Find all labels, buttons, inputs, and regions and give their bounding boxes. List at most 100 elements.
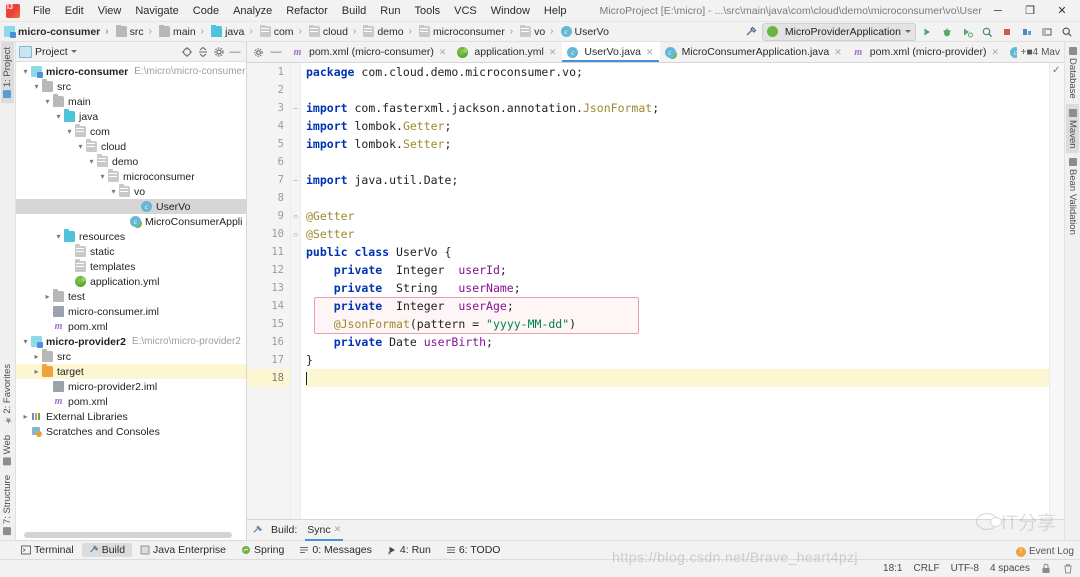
trash-icon[interactable] — [1063, 563, 1074, 574]
debug-icon[interactable] — [938, 23, 956, 40]
editor-tab-userserviceimpl-j[interactable]: UserServiceImpl.j✕ — [1005, 42, 1017, 62]
indent-setting[interactable]: 4 spaces — [990, 563, 1030, 574]
chevron-down-icon[interactable] — [75, 142, 86, 151]
tree-node-src[interactable]: src — [16, 79, 246, 94]
tree-node-microconsumer[interactable]: microconsumer — [16, 169, 246, 184]
tree-node-micro-consumer[interactable]: micro-consumer E:\micro\micro-consumer — [16, 64, 246, 79]
breadcrumb-item-main[interactable]: main › — [157, 24, 209, 39]
close-icon[interactable]: ✕ — [549, 47, 557, 58]
menu-item-window[interactable]: Window — [484, 3, 537, 19]
editor-tabs-overflow-count[interactable]: +■4 — [1021, 47, 1038, 58]
tree-node-micro-provider2-iml[interactable]: micro-provider2.iml — [16, 379, 246, 394]
close-icon[interactable]: ✕ — [991, 47, 999, 58]
breadcrumb-item-microconsumer[interactable]: microconsumer › — [417, 24, 518, 39]
menu-item-edit[interactable]: Edit — [58, 3, 91, 19]
chevron-down-icon[interactable] — [53, 232, 64, 241]
tree-node-com[interactable]: com — [16, 124, 246, 139]
stripe-button-maven[interactable]: Maven — [1066, 103, 1079, 154]
menu-item-file[interactable]: File — [26, 3, 58, 19]
editor-tab-pom-xml-micro-consumer-[interactable]: m pom.xml (micro-consumer) ✕ — [287, 42, 453, 62]
stripe-button-database[interactable]: Database — [1066, 42, 1079, 104]
locate-icon[interactable] — [179, 44, 195, 60]
update-project-icon[interactable] — [1018, 23, 1036, 40]
fold-marker-icon[interactable]: − — [291, 99, 300, 117]
chevron-right-icon[interactable] — [31, 367, 42, 376]
lock-icon[interactable] — [1041, 563, 1052, 574]
run-with-coverage-icon[interactable] — [958, 23, 976, 40]
maximize-button[interactable]: ❐ — [1014, 1, 1046, 21]
breadcrumb-item-cloud[interactable]: cloud › — [307, 24, 361, 39]
editor-tab-microconsumerapplication-java[interactable]: MicroConsumerApplication.java ✕ — [659, 42, 848, 62]
chevron-down-icon[interactable] — [53, 112, 64, 121]
breadcrumb-item-vo[interactable]: vo › — [518, 24, 558, 39]
tree-node-scratches-and-consoles[interactable]: Scratches and Consoles — [16, 424, 246, 439]
project-panel-title-group[interactable]: Project — [19, 45, 179, 58]
breadcrumb-item-java[interactable]: java › — [209, 24, 258, 39]
close-icon[interactable]: ✕ — [646, 47, 654, 58]
chevron-down-icon[interactable] — [31, 82, 42, 91]
run-icon[interactable] — [918, 23, 936, 40]
tree-node-templates[interactable]: templates — [16, 259, 246, 274]
menu-item-vcs[interactable]: VCS — [447, 3, 484, 19]
chevron-down-icon[interactable] — [86, 157, 97, 166]
chevron-down-icon[interactable] — [64, 127, 75, 136]
tree-node-pom-xml[interactable]: m pom.xml — [16, 394, 246, 409]
settings-gear-icon[interactable] — [211, 44, 227, 60]
code-area[interactable]: package com.cloud.demo.microconsumer.vo;… — [301, 63, 1049, 519]
breadcrumb-item-micro-consumer[interactable]: micro-consumer › — [2, 25, 114, 39]
editor-marker-bar[interactable]: ✓ — [1049, 63, 1064, 519]
tree-node-target[interactable]: target — [16, 364, 246, 379]
menu-item-analyze[interactable]: Analyze — [226, 3, 279, 19]
tree-node-demo[interactable]: demo — [16, 154, 246, 169]
stop-icon[interactable] — [998, 23, 1016, 40]
tree-node-test[interactable]: test — [16, 289, 246, 304]
breadcrumb-item-src[interactable]: src › — [114, 24, 157, 39]
editor-tab-uservo-java[interactable]: UserVo.java ✕ — [562, 42, 660, 62]
fold-marker-icon[interactable]: − — [291, 171, 300, 189]
chevron-down-icon[interactable] — [97, 172, 108, 181]
chevron-down-icon[interactable] — [20, 337, 31, 346]
chevron-right-icon[interactable] — [20, 412, 31, 421]
editor-tab-application-yml[interactable]: application.yml ✕ — [452, 42, 563, 62]
tool-window-button-6-todo[interactable]: 6: TODO — [439, 543, 508, 557]
tool-window-button-java-enterprise[interactable]: Java Enterprise — [133, 543, 233, 557]
breadcrumb-item-demo[interactable]: demo › — [361, 24, 417, 39]
build-sync-tab[interactable]: Sync ✕ — [305, 523, 344, 541]
chevron-down-icon[interactable] — [42, 97, 53, 106]
minimize-button[interactable]: ─ — [982, 1, 1014, 21]
menu-item-help[interactable]: Help — [537, 3, 574, 19]
tree-node-external-libraries[interactable]: External Libraries — [16, 409, 246, 424]
caret-position[interactable]: 18:1 — [883, 563, 902, 574]
line-separator[interactable]: CRLF — [914, 563, 940, 574]
chevron-right-icon[interactable] — [31, 352, 42, 361]
tree-node-cloud[interactable]: cloud — [16, 139, 246, 154]
stripe-button-1-project[interactable]: 1: Project — [1, 42, 14, 104]
run-configuration-selector[interactable]: MicroProviderApplication — [761, 22, 916, 41]
menu-item-run[interactable]: Run — [373, 3, 407, 19]
breadcrumb-item-uservo[interactable]: UserVo — [559, 25, 612, 39]
chevron-down-icon[interactable] — [108, 187, 119, 196]
stripe-button-web[interactable]: Web — [1, 430, 14, 470]
tree-node-micro-provider2[interactable]: micro-provider2 E:\micro\micro-provider2 — [16, 334, 246, 349]
menu-item-code[interactable]: Code — [186, 3, 226, 19]
tree-node-resources[interactable]: resources — [16, 229, 246, 244]
tree-node-microconsumerappli[interactable]: MicroConsumerAppli — [16, 214, 246, 229]
layout-icon[interactable] — [1038, 23, 1056, 40]
project-tree[interactable]: micro-consumer E:\micro\micro-consumer src… — [16, 62, 246, 540]
stripe-button-7-structure[interactable]: 7: Structure — [1, 470, 14, 540]
menu-item-tools[interactable]: Tools — [407, 3, 447, 19]
editor-tabs-more-label[interactable]: Mav — [1041, 47, 1060, 58]
tree-node-main[interactable]: main — [16, 94, 246, 109]
tool-window-button-build[interactable]: Build — [81, 543, 133, 557]
search-everywhere-icon[interactable] — [1058, 23, 1076, 40]
menu-item-view[interactable]: View — [91, 3, 129, 19]
tree-node-static[interactable]: static — [16, 244, 246, 259]
profiler-icon[interactable] — [978, 23, 996, 40]
settings-gear-icon[interactable] — [250, 44, 266, 60]
fold-marker-icon[interactable]: ○ — [291, 207, 300, 225]
event-log-button[interactable]: ! Event Log — [1015, 546, 1074, 557]
menu-item-navigate[interactable]: Navigate — [128, 3, 185, 19]
tool-window-button-4-run[interactable]: 4: Run — [380, 543, 438, 557]
tree-node-uservo[interactable]: UserVo — [16, 199, 246, 214]
menu-item-build[interactable]: Build — [335, 3, 373, 19]
